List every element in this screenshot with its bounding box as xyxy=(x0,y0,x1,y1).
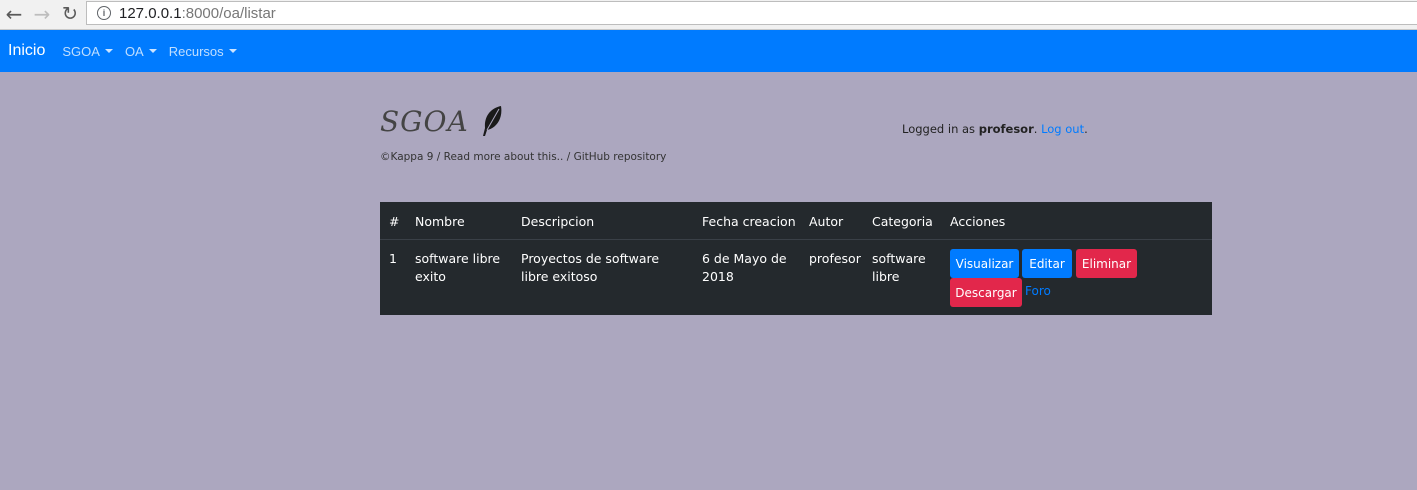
browser-toolbar: ← → ↻ i 127.0.0.1:8000/oa/listar xyxy=(0,0,1417,30)
caret-down-icon xyxy=(148,49,157,53)
cell-descripcion: Proyectos de software libre exitoso xyxy=(521,251,660,284)
address-bar[interactable]: i 127.0.0.1:8000/oa/listar xyxy=(86,1,1417,25)
column-header-number: # xyxy=(389,214,400,229)
foro-link[interactable]: Foro xyxy=(1025,284,1051,298)
column-header-autor: Autor xyxy=(809,214,844,229)
descargar-button[interactable]: Descargar xyxy=(950,278,1022,307)
column-header-acciones: Acciones xyxy=(950,214,1006,229)
info-icon[interactable]: i xyxy=(97,6,111,20)
login-period: . xyxy=(1033,122,1038,136)
oa-table: # Nombre Descripcion Fecha creacion Auto… xyxy=(380,202,1212,315)
cell-nombre: software libre exito xyxy=(415,251,501,284)
eliminar-button[interactable]: Eliminar xyxy=(1076,249,1137,278)
column-header-fecha: Fecha creacion xyxy=(702,214,796,229)
column-header-descripcion: Descripcion xyxy=(521,214,595,229)
nav-item-oa[interactable]: OA xyxy=(125,44,157,59)
nav-item-label: SGOA xyxy=(62,43,100,59)
logo-text: SGOA xyxy=(380,104,469,138)
nav-item-sgoa[interactable]: SGOA xyxy=(62,44,113,59)
caret-down-icon xyxy=(104,49,113,53)
editar-button[interactable]: Editar xyxy=(1022,249,1072,278)
table-header: # Nombre Descripcion Fecha creacion Auto… xyxy=(380,202,1212,240)
visualizar-button[interactable]: Visualizar xyxy=(950,249,1019,278)
cell-autor: profesor xyxy=(809,251,861,266)
nav-item-recursos[interactable]: Recursos xyxy=(169,44,237,59)
url-path: :8000/oa/listar xyxy=(181,4,276,22)
cell-categoria: software libre xyxy=(872,251,926,284)
nav-item-label: OA xyxy=(124,43,144,59)
logout-link[interactable]: Log out xyxy=(1041,122,1084,136)
site-logo: SGOA xyxy=(380,104,505,138)
username: profesor xyxy=(978,122,1034,136)
navbar-brand[interactable]: Inicio xyxy=(8,42,45,60)
column-header-nombre: Nombre xyxy=(415,214,465,229)
top-navbar: Inicio SGOA OA Recursos xyxy=(0,30,1417,72)
login-status: Logged in as profesor. Log out. xyxy=(902,122,1088,136)
caret-down-icon xyxy=(228,49,237,53)
logout-period: . xyxy=(1084,122,1088,136)
login-prefix: Logged in as xyxy=(902,122,976,136)
forward-arrow-icon[interactable]: → xyxy=(30,2,54,26)
reload-icon[interactable]: ↻ xyxy=(58,2,82,26)
url-host: 127.0.0.1 xyxy=(119,4,182,22)
nav-item-label: Recursos xyxy=(168,43,224,59)
cell-number: 1 xyxy=(389,251,397,266)
column-header-categoria: Categoria xyxy=(872,214,933,229)
credits-text: ©Kappa 9 / Read more about this.. / GitH… xyxy=(380,151,667,163)
cell-fecha: 6 de Mayo de 2018 xyxy=(702,251,787,284)
back-arrow-icon[interactable]: ← xyxy=(2,2,26,26)
feather-icon xyxy=(482,106,502,136)
